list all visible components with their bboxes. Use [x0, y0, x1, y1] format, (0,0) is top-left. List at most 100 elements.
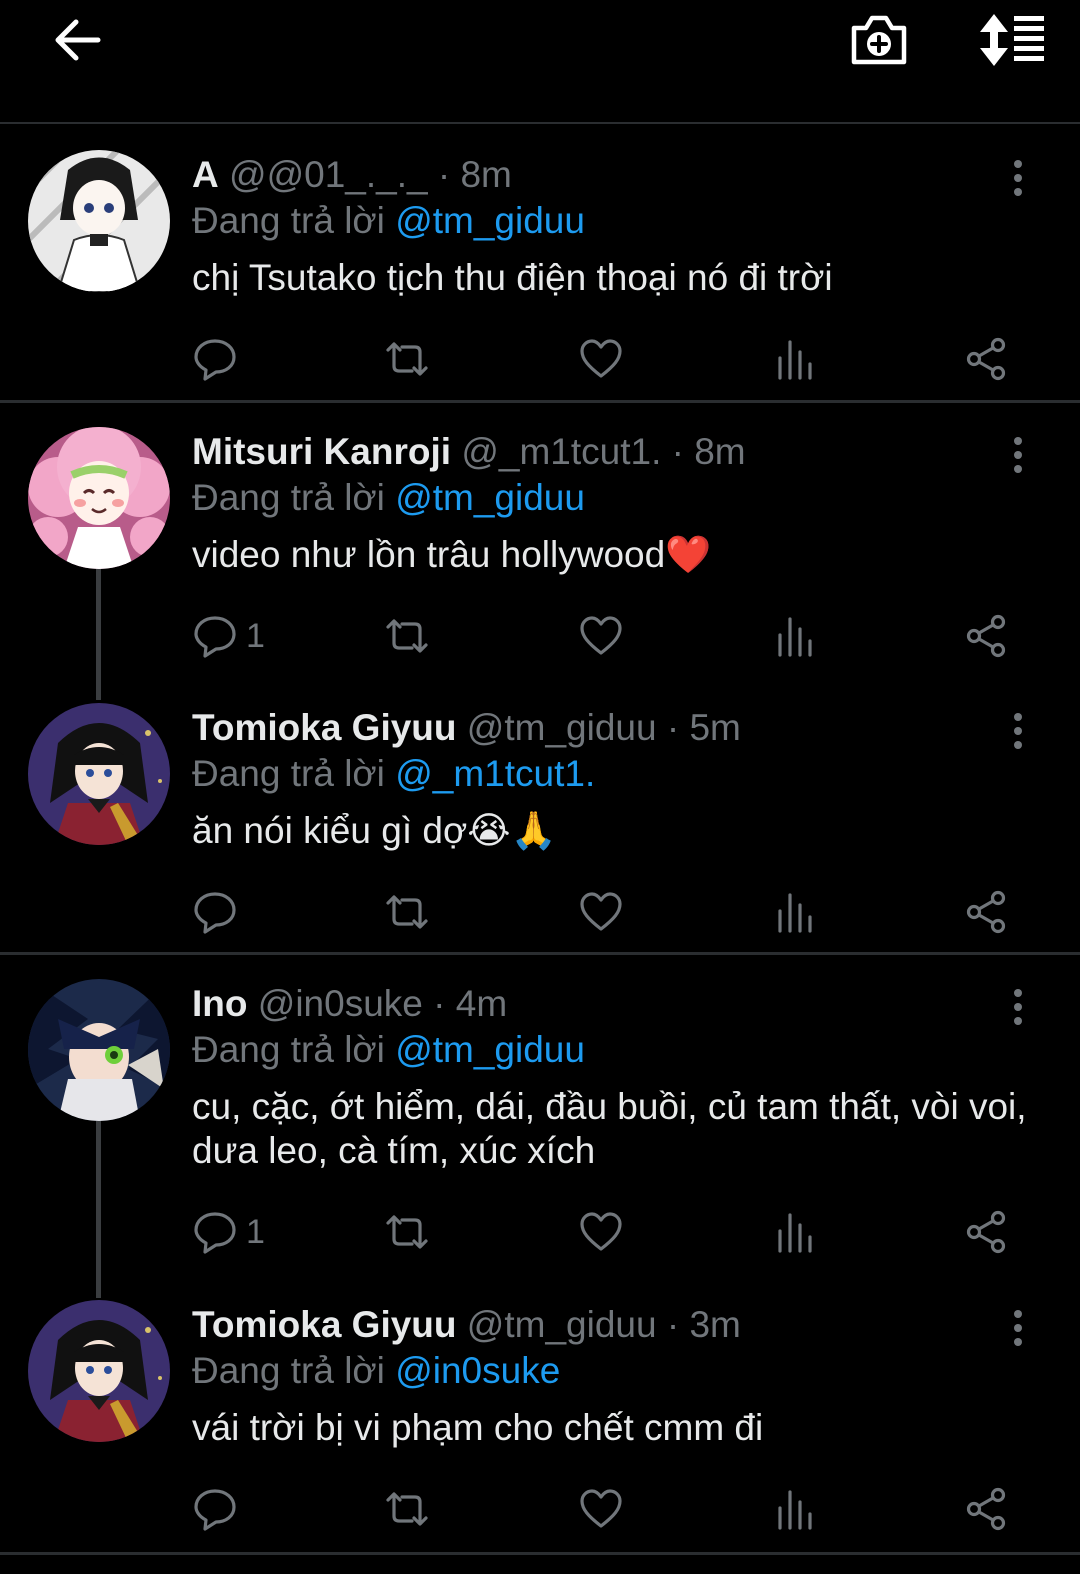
tweet-header: Tomioka Giyuu @tm_giduu · 5m [192, 703, 741, 753]
separator-dot: · [433, 983, 446, 1024]
replying-to: Đang trả lời @_m1tcut1. [192, 749, 595, 799]
avatar[interactable] [28, 979, 170, 1121]
share-button[interactable] [964, 611, 1010, 661]
retweet-icon [386, 1492, 428, 1526]
like-button[interactable] [578, 1207, 624, 1257]
share-button[interactable] [964, 1207, 1010, 1257]
views-button[interactable] [772, 887, 818, 937]
tweet-actions: 1 [192, 1207, 1022, 1257]
retweet-button[interactable] [384, 887, 430, 937]
camera-plus-icon[interactable] [848, 10, 910, 68]
share-button[interactable] [964, 1484, 1010, 1534]
share-icon [966, 890, 1006, 934]
views-button[interactable] [772, 334, 818, 384]
retweet-icon [386, 619, 428, 653]
display-name[interactable]: Tomioka Giyuu [192, 707, 457, 748]
tweet-header: Mitsuri Kanroji @_m1tcut1. · 8m [192, 427, 746, 477]
tweet-header: Ino @in0suke · 4m [192, 979, 507, 1029]
reply-button[interactable]: 1 [192, 1207, 265, 1257]
views-button[interactable] [772, 1484, 818, 1534]
bar-chart-icon [778, 1490, 812, 1530]
timestamp: 8m [694, 431, 746, 472]
display-name[interactable]: A [192, 154, 219, 195]
reply-prefix: Đang trả lời [192, 753, 385, 794]
speech-bubble-icon [194, 1212, 236, 1254]
like-button[interactable] [578, 1484, 624, 1534]
timestamp: 4m [455, 983, 508, 1024]
more-options-icon[interactable] [1006, 158, 1030, 198]
tweet-text: ăn nói kiểu gì dợ😭🙏 [192, 810, 557, 851]
reply-prefix: Đang trả lời [192, 477, 385, 518]
avatar[interactable] [28, 427, 170, 569]
tweet-text: vái trời bị vi phạm cho chết cmm đi [192, 1407, 764, 1448]
tweet-actions [192, 334, 1022, 384]
avatar[interactable] [28, 703, 170, 845]
reply-mention-link[interactable]: @tm_giduu [395, 1029, 585, 1070]
display-name[interactable]: Tomioka Giyuu [192, 1304, 457, 1345]
more-options-icon[interactable] [1006, 711, 1030, 751]
more-options-icon[interactable] [1006, 987, 1030, 1027]
user-handle[interactable]: @in0suke [258, 983, 423, 1024]
reply-button[interactable] [192, 1484, 246, 1534]
user-handle[interactable]: @tm_giduu [467, 707, 657, 748]
views-button[interactable] [772, 1207, 818, 1257]
reply-count: 1 [246, 1212, 265, 1251]
views-button[interactable] [772, 611, 818, 661]
retweet-button[interactable] [384, 611, 430, 661]
divider [0, 1552, 1080, 1555]
speech-bubble-icon [194, 616, 236, 658]
reply-button[interactable]: 1 [192, 611, 265, 661]
retweet-button[interactable] [384, 1484, 430, 1534]
reply-mention-link[interactable]: @tm_giduu [395, 200, 585, 241]
separator-dot: · [666, 707, 680, 748]
back-arrow-icon[interactable] [48, 14, 106, 66]
reply-prefix: Đang trả lời [192, 1350, 385, 1391]
heart-icon [580, 616, 622, 655]
thread-connector [96, 1120, 101, 1298]
thread-connector [96, 568, 101, 700]
share-icon [966, 1210, 1006, 1254]
reply-count: 1 [246, 616, 265, 655]
display-name[interactable]: Ino [192, 983, 247, 1024]
divider [0, 400, 1080, 403]
reply-mention-link[interactable]: @tm_giduu [395, 477, 585, 518]
divider [0, 952, 1080, 955]
retweet-icon [386, 1215, 428, 1249]
timestamp: 3m [689, 1304, 741, 1345]
timestamp: 5m [689, 707, 741, 748]
retweet-button[interactable] [384, 334, 430, 384]
reply-mention-link[interactable]: @_m1tcut1. [395, 753, 595, 794]
replying-to: Đang trả lời @in0suke [192, 1346, 560, 1396]
more-options-icon[interactable] [1006, 1308, 1030, 1348]
share-icon [966, 614, 1006, 658]
heart-icon [580, 1489, 622, 1528]
replying-to: Đang trả lời @tm_giduu [192, 196, 585, 246]
bar-chart-icon [778, 340, 812, 380]
user-handle[interactable]: @_m1tcut1. [461, 431, 661, 472]
user-handle[interactable]: @@01_._._ [229, 154, 428, 195]
sort-icon[interactable] [974, 12, 1046, 68]
avatar[interactable] [28, 1300, 170, 1442]
speech-bubble-icon [194, 1489, 236, 1531]
bar-chart-icon [778, 617, 812, 657]
share-button[interactable] [964, 334, 1010, 384]
retweet-button[interactable] [384, 1207, 430, 1257]
user-handle[interactable]: @tm_giduu [467, 1304, 657, 1345]
reply-mention-link[interactable]: @in0suke [395, 1350, 560, 1391]
separator-dot: · [437, 154, 451, 195]
reply-button[interactable] [192, 334, 246, 384]
separator-dot: · [666, 1304, 680, 1345]
avatar[interactable] [28, 150, 170, 292]
share-button[interactable] [964, 887, 1010, 937]
top-app-bar [0, 0, 1080, 124]
display-name[interactable]: Mitsuri Kanroji [192, 431, 451, 472]
reply-button[interactable] [192, 887, 246, 937]
replying-to: Đang trả lời @tm_giduu [192, 1025, 585, 1075]
like-button[interactable] [578, 611, 624, 661]
like-button[interactable] [578, 887, 624, 937]
more-options-icon[interactable] [1006, 435, 1030, 475]
like-button[interactable] [578, 334, 624, 384]
retweet-icon [386, 342, 428, 376]
speech-bubble-icon [194, 339, 236, 381]
heart-icon [580, 892, 622, 931]
